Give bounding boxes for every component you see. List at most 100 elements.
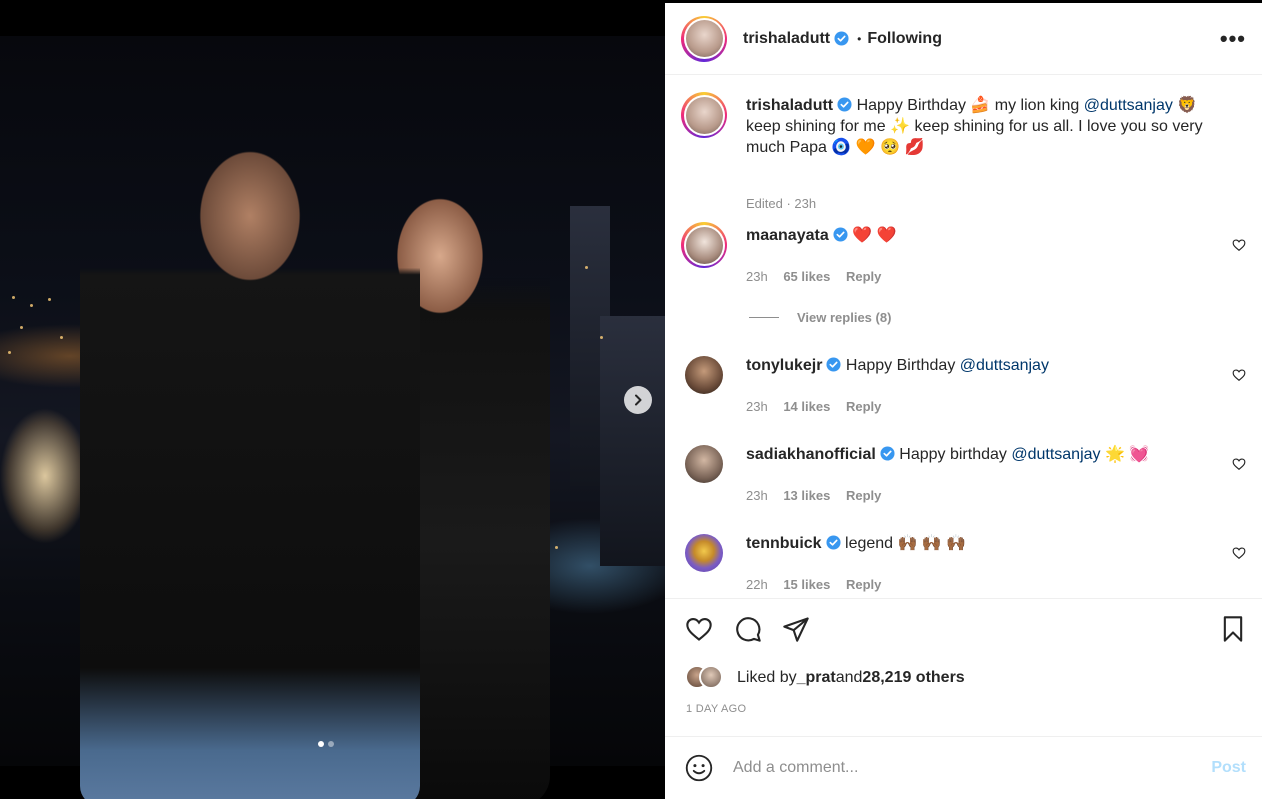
heart-icon[interactable]	[1232, 368, 1246, 382]
verified-icon	[826, 357, 841, 372]
heart-icon[interactable]	[685, 615, 713, 643]
carousel-indicator	[318, 741, 334, 747]
reply-button[interactable]: Reply	[846, 399, 881, 414]
comment-time: 23h	[746, 269, 768, 284]
author-username[interactable]: trishaladutt	[743, 30, 830, 48]
comment-mention[interactable]: @duttsanjay	[960, 357, 1049, 374]
comment-body: Happy Birthday	[845, 357, 960, 374]
comment-likes[interactable]: 65 likes	[783, 269, 830, 284]
liked-by-user[interactable]: _prat	[797, 669, 836, 687]
heart-icon[interactable]	[1232, 546, 1246, 560]
caption-mention[interactable]: @duttsanjay	[1084, 97, 1173, 114]
chevron-right-icon	[635, 394, 642, 406]
caption-text-start: Happy Birthday 🍰 my lion king	[856, 97, 1084, 114]
separator-dot: •	[857, 31, 862, 46]
next-photo-button[interactable]	[624, 386, 652, 414]
comment-item: maanayata ❤️ ❤️ 23h 65 likes Reply	[681, 222, 1246, 292]
comment-meta: 23h 14 likes Reply	[746, 399, 893, 414]
liker-avatars	[685, 665, 731, 691]
comment-input[interactable]: Add a comment...	[733, 759, 1211, 777]
comment-item: sadiakhanofficial Happy birthday @duttsa…	[681, 441, 1246, 511]
verified-icon	[826, 535, 841, 550]
post-button[interactable]: Post	[1211, 759, 1246, 777]
comments-list[interactable]: trishaladutt Happy Birthday 🍰 my lion ki…	[665, 76, 1262, 598]
reply-button[interactable]: Reply	[846, 269, 881, 284]
liker-avatar[interactable]	[699, 665, 723, 689]
comment-composer: Add a comment... Post	[665, 736, 1262, 799]
commenter-avatar[interactable]	[681, 222, 727, 268]
verified-icon	[834, 31, 849, 46]
verified-icon	[833, 227, 848, 242]
comment-body: Happy birthday	[899, 446, 1012, 463]
comment-likes[interactable]: 15 likes	[783, 577, 830, 592]
comment-text: sadiakhanofficial Happy birthday @duttsa…	[746, 444, 1216, 465]
author-avatar[interactable]	[681, 15, 727, 62]
city-light	[20, 326, 23, 329]
commenter-username[interactable]: sadiakhanofficial	[746, 446, 876, 463]
caption-text: trishaladutt Happy Birthday 🍰 my lion ki…	[746, 95, 1216, 158]
commenter-avatar[interactable]	[685, 356, 723, 394]
commenter-username[interactable]: tennbuick	[746, 535, 822, 552]
comment-text: tonylukejr Happy Birthday @duttsanjay	[746, 355, 1216, 376]
comment-likes[interactable]: 13 likes	[783, 488, 830, 503]
comment-mention[interactable]: @duttsanjay	[1011, 446, 1100, 463]
share-icon[interactable]	[782, 615, 810, 643]
comment-text: maanayata ❤️ ❤️	[746, 225, 1216, 246]
verified-icon	[837, 97, 852, 112]
city-light	[555, 546, 558, 549]
post-side-panel: trishaladutt • Following ••• trishaladut…	[665, 3, 1262, 799]
liked-by-prefix: Liked by	[737, 669, 797, 686]
post-photo[interactable]	[0, 36, 665, 799]
city-light	[585, 266, 588, 269]
comment-body: legend 🙌🏾 🙌🏾 🙌🏾	[845, 535, 967, 552]
caption: trishaladutt Happy Birthday 🍰 my lion ki…	[681, 92, 1246, 211]
bookmark-icon[interactable]	[1219, 615, 1247, 643]
liked-by-middle: and	[835, 669, 863, 686]
view-replies-button[interactable]: View replies (8)	[749, 310, 891, 325]
commenter-avatar[interactable]	[685, 445, 723, 483]
carousel-dot	[328, 741, 334, 747]
man-figure	[80, 116, 420, 799]
comment-meta: 22h 15 likes Reply	[746, 577, 893, 592]
post-media[interactable]	[0, 0, 665, 799]
comment-likes[interactable]: 14 likes	[783, 399, 830, 414]
caption-author-avatar[interactable]	[681, 92, 727, 138]
heart-icon[interactable]	[1232, 457, 1246, 471]
comment-meta: 23h 13 likes Reply	[746, 488, 893, 503]
comment-item: tonylukejr Happy Birthday @duttsanjay 23…	[681, 352, 1246, 422]
commenter-username[interactable]: maanayata	[746, 227, 829, 244]
liked-by-others[interactable]: 28,219 others	[862, 669, 964, 687]
city-light	[60, 336, 63, 339]
comment-icon[interactable]	[734, 615, 762, 643]
media-top-bar	[0, 0, 665, 36]
comment-body: ❤️ ❤️	[852, 227, 897, 244]
comment-time: 23h	[746, 488, 768, 503]
city-light	[48, 298, 51, 301]
commenter-avatar[interactable]	[685, 534, 723, 572]
verified-icon	[880, 446, 895, 461]
carousel-dot-active	[318, 741, 324, 747]
emoji-icon[interactable]	[685, 754, 713, 782]
heart-icon[interactable]	[1232, 238, 1246, 252]
caption-username[interactable]: trishaladutt	[746, 97, 833, 114]
city-light	[30, 304, 33, 307]
action-bar	[665, 598, 1262, 660]
caption-meta: Edited · 23h	[746, 196, 817, 211]
commenter-username[interactable]: tonylukejr	[746, 357, 822, 374]
reply-button[interactable]: Reply	[846, 577, 881, 592]
comment-time: 22h	[746, 577, 768, 592]
reply-button[interactable]: Reply	[846, 488, 881, 503]
post-header: trishaladutt • Following •••	[665, 3, 1262, 75]
likes-summary: Liked by _prat and 28,219 others	[685, 665, 965, 691]
background-building	[600, 316, 665, 566]
post-time[interactable]: 1 DAY AGO	[686, 703, 746, 715]
more-icon[interactable]: •••	[1220, 26, 1246, 52]
comment-time: 23h	[746, 399, 768, 414]
city-light	[12, 296, 15, 299]
comment-item: tennbuick legend 🙌🏾 🙌🏾 🙌🏾 22h 15 likes R…	[681, 530, 1246, 598]
view-replies-line	[749, 317, 779, 318]
comment-text: tennbuick legend 🙌🏾 🙌🏾 🙌🏾	[746, 533, 1216, 554]
following-button[interactable]: Following	[867, 30, 942, 48]
comment-trail: 🌟 💓	[1100, 446, 1150, 463]
city-light	[600, 336, 603, 339]
